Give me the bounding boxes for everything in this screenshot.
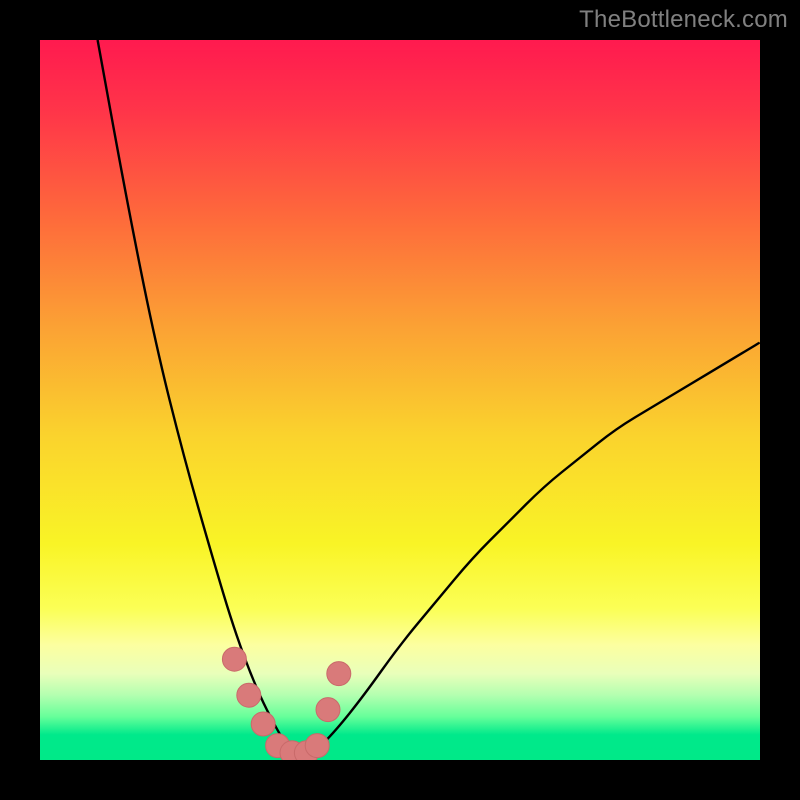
curve-marker (251, 712, 275, 736)
curve-marker (222, 647, 246, 671)
curve-marker (327, 662, 351, 686)
watermark-text: TheBottleneck.com (579, 6, 788, 34)
curve-marker (305, 734, 329, 758)
curve-marker (237, 683, 261, 707)
chart-frame: TheBottleneck.com (0, 0, 800, 800)
bottleneck-curve (40, 40, 760, 760)
curve-marker (316, 698, 340, 722)
plot-area (40, 40, 760, 760)
